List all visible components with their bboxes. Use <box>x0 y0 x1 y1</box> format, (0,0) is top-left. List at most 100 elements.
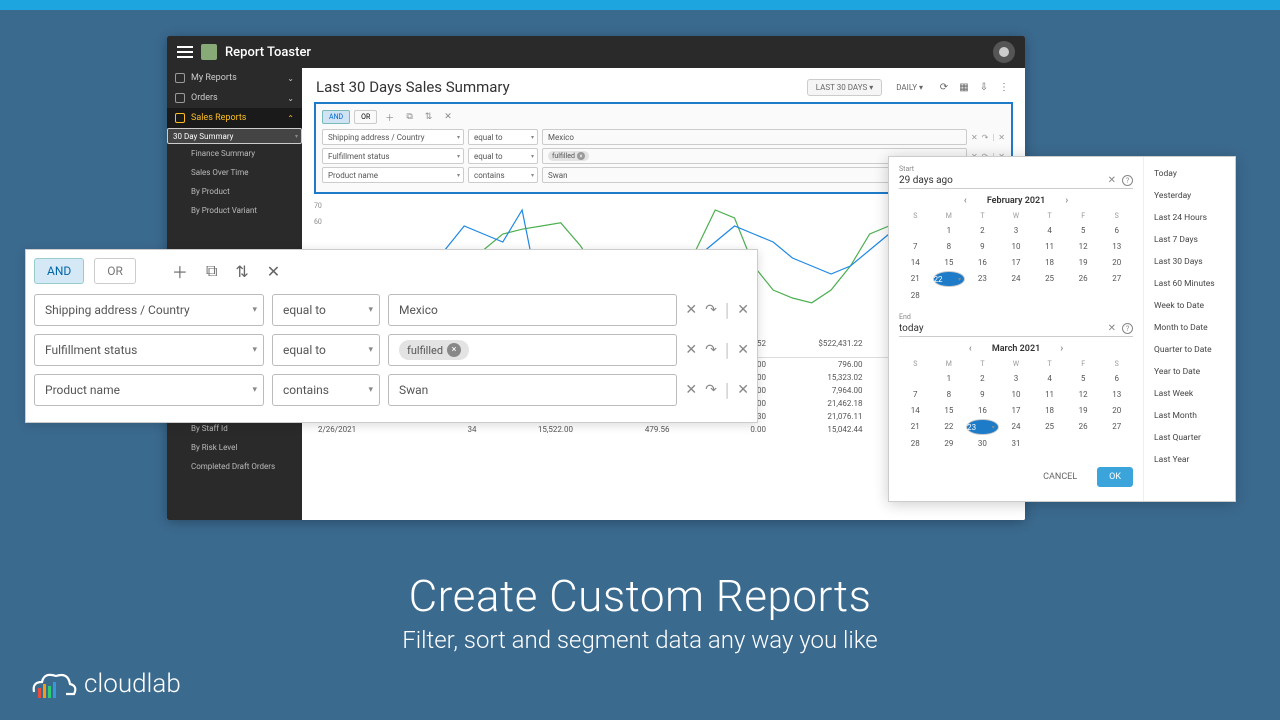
calendar-day[interactable]: 10 <box>1000 387 1033 402</box>
calendar-day[interactable]: 26 <box>1067 271 1100 287</box>
redo-row-icon[interactable]: ↷ <box>705 382 717 398</box>
avatar[interactable] <box>993 41 1015 63</box>
calendar-day[interactable]: 16 <box>966 255 999 270</box>
filter-value-lg[interactable]: Swan <box>388 374 677 406</box>
calendar-day[interactable]: 7 <box>899 387 932 402</box>
refresh-icon[interactable]: ⟳ <box>937 80 951 94</box>
clear-end-icon[interactable]: ✕ <box>1108 323 1116 334</box>
calendar-day[interactable]: 24 <box>1000 419 1033 435</box>
filter-field-lg[interactable]: Shipping address / Country <box>34 294 264 326</box>
sidebar-item[interactable]: Completed Draft Orders <box>167 457 302 476</box>
calendar-day[interactable]: 13 <box>1100 239 1133 254</box>
calendar-day[interactable]: 12 <box>1067 387 1100 402</box>
calendar-day[interactable]: 4 <box>1033 223 1066 238</box>
date-preset[interactable]: Last Month <box>1144 405 1235 427</box>
clear-row-icon[interactable]: ✕ <box>685 302 697 318</box>
filter-op-lg[interactable]: equal to <box>272 294 380 326</box>
close-filter-icon-lg[interactable]: ✕ <box>263 262 284 281</box>
or-toggle[interactable]: OR <box>354 110 377 124</box>
calendar-day[interactable]: 1 <box>933 223 966 238</box>
remove-row-icon[interactable]: ✕ <box>998 133 1005 142</box>
remove-row-icon[interactable]: ✕ <box>737 302 749 318</box>
export-icon[interactable]: ⇩ <box>977 80 991 94</box>
calendar-day[interactable]: 14 <box>899 403 932 418</box>
calendar-day[interactable]: 21 <box>899 271 932 287</box>
calendar-day[interactable]: 4 <box>1033 371 1066 386</box>
sidebar-header[interactable]: My Reports⌄ <box>167 68 302 88</box>
calendar-day[interactable]: 20 <box>1100 403 1133 418</box>
sidebar-item[interactable] <box>167 220 302 239</box>
add-filter-icon-lg[interactable]: ＋ <box>168 259 192 283</box>
calendar-day[interactable]: 30 <box>966 436 999 451</box>
calendar-day[interactable]: 12 <box>1067 239 1100 254</box>
calendar-day[interactable]: 3 <box>1000 371 1033 386</box>
ok-button[interactable]: OK <box>1097 467 1133 487</box>
calendar-day[interactable]: 19 <box>1067 403 1100 418</box>
redo-row-icon[interactable]: ↷ <box>982 133 989 142</box>
date-preset[interactable]: Today <box>1144 163 1235 185</box>
filter-value-lg[interactable]: fulfilled× <box>388 334 677 366</box>
sort-icon-lg[interactable]: ⇅ <box>231 262 252 281</box>
menu-icon[interactable] <box>177 46 193 58</box>
calendar-day[interactable]: 22 <box>933 419 966 435</box>
add-filter-icon[interactable]: ＋ <box>381 111 398 124</box>
date-preset[interactable]: Last Week <box>1144 383 1235 405</box>
sidebar-item[interactable]: Finance Summary <box>167 144 302 163</box>
remove-row-icon[interactable]: ✕ <box>737 342 749 358</box>
clear-start-icon[interactable]: ✕ <box>1108 175 1116 186</box>
calendar-day[interactable]: 2 <box>966 223 999 238</box>
grain-pill[interactable]: DAILY ▾ <box>888 80 931 95</box>
calendar-day[interactable]: 28 <box>899 436 932 451</box>
calendar-day[interactable]: 3 <box>1000 223 1033 238</box>
calendar-day[interactable]: 8 <box>933 239 966 254</box>
calendar-day[interactable]: 28 <box>899 288 932 303</box>
calendar-day[interactable]: 10 <box>1000 239 1033 254</box>
sidebar-item[interactable]: Sales Over Time <box>167 163 302 182</box>
calendar-day[interactable]: 31 <box>1000 436 1033 451</box>
prev-month-icon[interactable]: ‹ <box>969 343 972 354</box>
calendar-day[interactable]: 27 <box>1100 419 1133 435</box>
calendar-day[interactable]: 26 <box>1067 419 1100 435</box>
date-preset[interactable]: Year to Date <box>1144 361 1235 383</box>
duplicate-filter-icon-lg[interactable]: ⧉ <box>202 261 221 281</box>
clear-row-icon[interactable]: ✕ <box>685 382 697 398</box>
start-input[interactable]: 29 days ago ✕ ? <box>899 173 1133 189</box>
redo-row-icon[interactable]: ↷ <box>705 342 717 358</box>
calendar-day[interactable]: 14 <box>899 255 932 270</box>
sidebar-item[interactable]: 30 Day Summary <box>167 128 302 144</box>
or-toggle-lg[interactable]: OR <box>94 258 136 284</box>
more-icon[interactable]: ⋮ <box>997 80 1011 94</box>
sort-icon[interactable]: ⇅ <box>421 112 437 122</box>
calendar-day[interactable]: 17 <box>1000 403 1033 418</box>
help-icon[interactable]: ? <box>1122 323 1133 334</box>
filter-op[interactable]: equal to <box>468 129 538 145</box>
sidebar-header[interactable]: Orders⌄ <box>167 88 302 108</box>
calendar-day[interactable]: 1 <box>933 371 966 386</box>
clear-row-icon[interactable]: ✕ <box>685 342 697 358</box>
next-month-icon[interactable]: › <box>1065 195 1068 206</box>
redo-row-icon[interactable]: ↷ <box>705 302 717 318</box>
calendar-day[interactable]: 18 <box>1033 255 1066 270</box>
sidebar-header[interactable]: Sales Reports⌃ <box>167 108 302 128</box>
date-preset[interactable]: Last 24 Hours <box>1144 207 1235 229</box>
calendar-day[interactable]: 18 <box>1033 403 1066 418</box>
filter-field-lg[interactable]: Product name <box>34 374 264 406</box>
calendar-day[interactable]: 5 <box>1067 371 1100 386</box>
calendar-day[interactable]: 25 <box>1033 419 1066 435</box>
grid-icon[interactable]: ▦ <box>957 80 971 94</box>
date-preset[interactable]: Last 30 Days <box>1144 251 1235 273</box>
date-preset[interactable]: Week to Date <box>1144 295 1235 317</box>
clear-row-icon[interactable]: ✕ <box>971 133 978 142</box>
calendar-day[interactable]: 24 <box>1000 271 1033 287</box>
calendar-day[interactable]: 9 <box>966 387 999 402</box>
duplicate-filter-icon[interactable]: ⧉ <box>402 112 416 122</box>
calendar-day[interactable]: 29 <box>933 436 966 451</box>
remove-row-icon[interactable]: ✕ <box>737 382 749 398</box>
calendar-day[interactable]: 19 <box>1067 255 1100 270</box>
calendar-day[interactable]: 9 <box>966 239 999 254</box>
calendar-day[interactable]: 23 <box>966 419 999 435</box>
calendar-day[interactable]: 21 <box>899 419 932 435</box>
date-preset[interactable]: Month to Date <box>1144 317 1235 339</box>
calendar-day[interactable]: 7 <box>899 239 932 254</box>
calendar-day[interactable]: 5 <box>1067 223 1100 238</box>
